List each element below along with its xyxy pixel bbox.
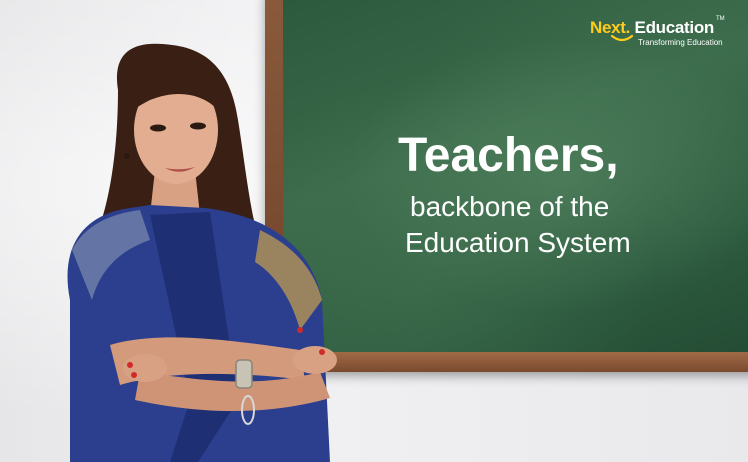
left-eye xyxy=(150,124,166,132)
nail-2 xyxy=(131,372,137,378)
logo-wordmark: Next. Education xyxy=(590,18,714,38)
banner: Next. Education TM Transforming Educatio… xyxy=(0,0,748,462)
logo-tagline: Transforming Education xyxy=(638,38,723,47)
nail-3 xyxy=(319,349,325,355)
nail-4 xyxy=(297,327,303,333)
right-eye xyxy=(190,122,206,130)
right-hand xyxy=(293,346,337,374)
logo-education-text: Education xyxy=(634,18,715,37)
headline-teachers: Teachers, xyxy=(398,129,619,182)
teacher-photo xyxy=(67,43,337,462)
nail-1 xyxy=(127,362,133,368)
earring xyxy=(124,153,130,159)
subheadline-line-1: backbone of the xyxy=(410,191,610,222)
left-hand xyxy=(123,354,167,382)
logo-trademark: TM xyxy=(716,16,725,22)
wristwatch xyxy=(235,359,253,389)
subheadline-line-2: Education System xyxy=(405,227,631,258)
smile-swoosh-icon xyxy=(610,34,634,42)
next-education-logo: Next. Education TM Transforming Educatio… xyxy=(590,16,730,52)
